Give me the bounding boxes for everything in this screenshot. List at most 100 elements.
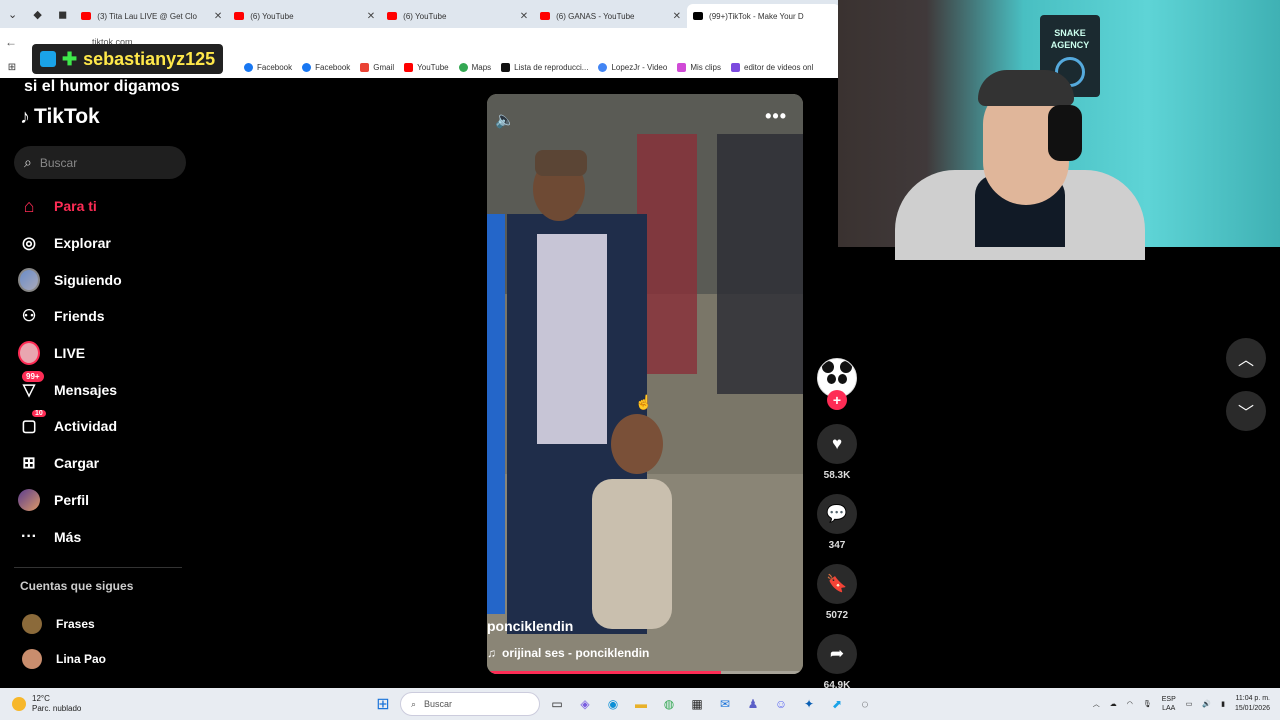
video-progress-bar[interactable] xyxy=(487,671,803,674)
video-sound[interactable]: ♫ orijinal ses - ponciklendin xyxy=(487,646,649,660)
sidebar-item-explorar[interactable]: ◎ Explorar xyxy=(18,225,122,262)
follow-button[interactable]: + xyxy=(827,390,847,410)
youtube-icon xyxy=(387,12,398,20)
teams-icon[interactable]: ♟ xyxy=(742,693,764,715)
avatar-icon xyxy=(18,267,40,292)
sidebar-nav: ⌂ Para ti ◎ Explorar Siguiendo ⚇ Friends… xyxy=(18,188,122,555)
sidebar-item-mensajes[interactable]: ▽ 99+ Mensajes xyxy=(18,371,122,408)
clock[interactable]: 11:04 p. m. 15/01/2026 xyxy=(1235,694,1270,714)
mail-icon[interactable]: ✉ xyxy=(714,693,736,715)
bookmark[interactable]: Facebook xyxy=(244,62,292,72)
battery-icon[interactable]: ▮ xyxy=(1221,700,1225,708)
tab-title: (6) YouTube xyxy=(250,11,294,21)
streamer-username-overlay: ✚ sebastianyz125 xyxy=(32,44,224,74)
comment-button[interactable]: 💬 xyxy=(817,494,857,534)
bookmark[interactable]: Facebook xyxy=(302,62,350,72)
facebook-icon xyxy=(244,62,253,72)
tab-search-icon[interactable]: ⌄ xyxy=(0,0,25,28)
weather-icon xyxy=(12,697,26,711)
volume-icon[interactable]: 🔊 xyxy=(1202,700,1211,708)
video-player[interactable]: 🔈 ••• ponciklendin ♫ orijinal ses - ponc… xyxy=(487,94,803,674)
browser-tab[interactable]: (6) YouTube ✕ xyxy=(228,4,381,28)
following-item[interactable]: Lina Pao xyxy=(22,641,106,676)
kick-logo-icon xyxy=(40,51,56,67)
bookmark[interactable]: Lista de reproducci... xyxy=(501,62,588,72)
browser-tab[interactable]: (6) YouTube ✕ xyxy=(381,4,534,28)
next-video-button[interactable]: ﹀ xyxy=(1226,391,1266,431)
file-explorer-icon[interactable]: ▬ xyxy=(630,693,652,715)
sidebar-item-actividad[interactable]: ▢ 10 Actividad xyxy=(18,408,122,445)
chevron-up-icon[interactable]: ︿ xyxy=(1093,699,1100,709)
more-options-icon[interactable]: ••• xyxy=(765,106,787,127)
video-frame xyxy=(487,94,803,674)
sidebar-item-live[interactable]: LIVE xyxy=(18,335,122,372)
bookmark[interactable]: LopezJr - Video xyxy=(598,62,668,72)
browser-tab[interactable]: (6) GANAS - YouTube ✕ xyxy=(534,4,687,28)
search-icon: ⌕ xyxy=(411,698,417,709)
network-icon[interactable]: ☁ xyxy=(1110,700,1117,708)
copilot-icon[interactable]: ◈ xyxy=(574,693,596,715)
windows-start-icon[interactable]: ⊞ xyxy=(372,693,394,715)
browser-tab-active[interactable]: (99+)TikTok - Make Your D xyxy=(687,4,840,28)
notification-badge: 99+ xyxy=(22,371,44,383)
lang-layout: LAA xyxy=(1162,705,1176,712)
save-button[interactable]: 🔖 xyxy=(817,564,857,604)
tab-title: (99+)TikTok - Make Your D xyxy=(709,11,804,21)
browser-tab[interactable]: (3) Tita Lau LIVE @ Get Clo ✕ xyxy=(75,4,228,28)
back-icon[interactable]: ← xyxy=(0,35,22,49)
bookmark-icon: 🔖 xyxy=(826,574,848,593)
sidebar-item-perfil[interactable]: Perfil xyxy=(18,482,122,519)
close-icon[interactable]: ✕ xyxy=(367,11,375,22)
youtube-icon xyxy=(234,12,245,20)
save-count: 5072 xyxy=(825,610,849,621)
display-icon[interactable]: ▭ xyxy=(1186,700,1193,708)
edge-icon[interactable]: ◉ xyxy=(602,693,624,715)
maps-icon xyxy=(458,62,468,72)
streaming-app-icon[interactable]: ⬈ xyxy=(826,693,848,715)
sidebar-item-friends[interactable]: ⚇ Friends xyxy=(18,298,122,335)
microphone-icon[interactable]: 🎙 xyxy=(1143,700,1152,708)
pinned-tab-icon[interactable]: ◼ xyxy=(50,0,75,28)
following-item[interactable]: Frases xyxy=(22,606,106,641)
previous-video-button[interactable]: ︿ xyxy=(1226,338,1266,378)
bookmark[interactable]: Gmail xyxy=(360,62,394,72)
bookmark[interactable]: editor de videos onl xyxy=(731,62,813,72)
sidebar-item-label: Mensajes xyxy=(54,381,118,398)
sidebar-item-siguiendo[interactable]: Siguiendo xyxy=(18,261,122,298)
home-icon: ⌂ xyxy=(23,195,35,216)
bookmark[interactable]: YouTube xyxy=(404,62,449,72)
close-icon[interactable]: ✕ xyxy=(673,11,681,22)
notification-badge: 10 xyxy=(32,410,46,418)
sidebar-item-para-ti[interactable]: ⌂ Para ti xyxy=(18,188,122,225)
store-icon[interactable]: ▦ xyxy=(686,693,708,715)
pinned-tab-icon[interactable]: ◆ xyxy=(25,0,50,28)
apps-grid-icon[interactable]: ⊞ xyxy=(0,62,24,73)
streamer-username: sebastianyz125 xyxy=(83,48,216,69)
bookmark-label: LopezJr - Video xyxy=(611,62,668,72)
taskbar-search[interactable]: ⌕ Buscar xyxy=(400,692,540,716)
wifi-icon[interactable]: ◠ xyxy=(1127,700,1133,708)
bookmark[interactable]: Mis clips xyxy=(677,62,721,72)
obs-icon[interactable]: ◌ xyxy=(854,693,876,715)
share-button[interactable]: ➦ xyxy=(817,634,857,674)
bookmark[interactable]: Maps xyxy=(458,62,491,72)
task-view-icon[interactable]: ▭ xyxy=(546,693,568,715)
close-icon[interactable]: ✕ xyxy=(520,11,528,22)
language-indicator[interactable]: ESP LAA xyxy=(1162,695,1176,713)
weather-widget[interactable]: 12°C Parc. nublado xyxy=(12,694,372,714)
plus-icon: ✚ xyxy=(62,48,78,69)
volume-icon[interactable]: 🔈 xyxy=(495,110,515,130)
app-icon[interactable]: ✦ xyxy=(798,693,820,715)
chrome-icon[interactable]: ◍ xyxy=(658,693,680,715)
sidebar-item-cargar[interactable]: ⊞ Cargar xyxy=(18,445,122,482)
video-author[interactable]: ponciklendin xyxy=(487,618,573,634)
live-icon xyxy=(18,341,40,366)
like-button[interactable]: ♥ xyxy=(817,424,857,464)
sidebar-item-mas[interactable]: ··· Más xyxy=(18,518,122,555)
tab-title: (3) Tita Lau LIVE @ Get Clo xyxy=(97,11,197,21)
search-input[interactable]: ⌕ Buscar xyxy=(14,146,186,179)
tiktok-logo[interactable]: ♪ TikTok xyxy=(20,105,100,129)
messages-icon: ▽ xyxy=(22,381,36,399)
discord-icon[interactable]: ☺ xyxy=(770,693,792,715)
close-icon[interactable]: ✕ xyxy=(214,11,222,22)
